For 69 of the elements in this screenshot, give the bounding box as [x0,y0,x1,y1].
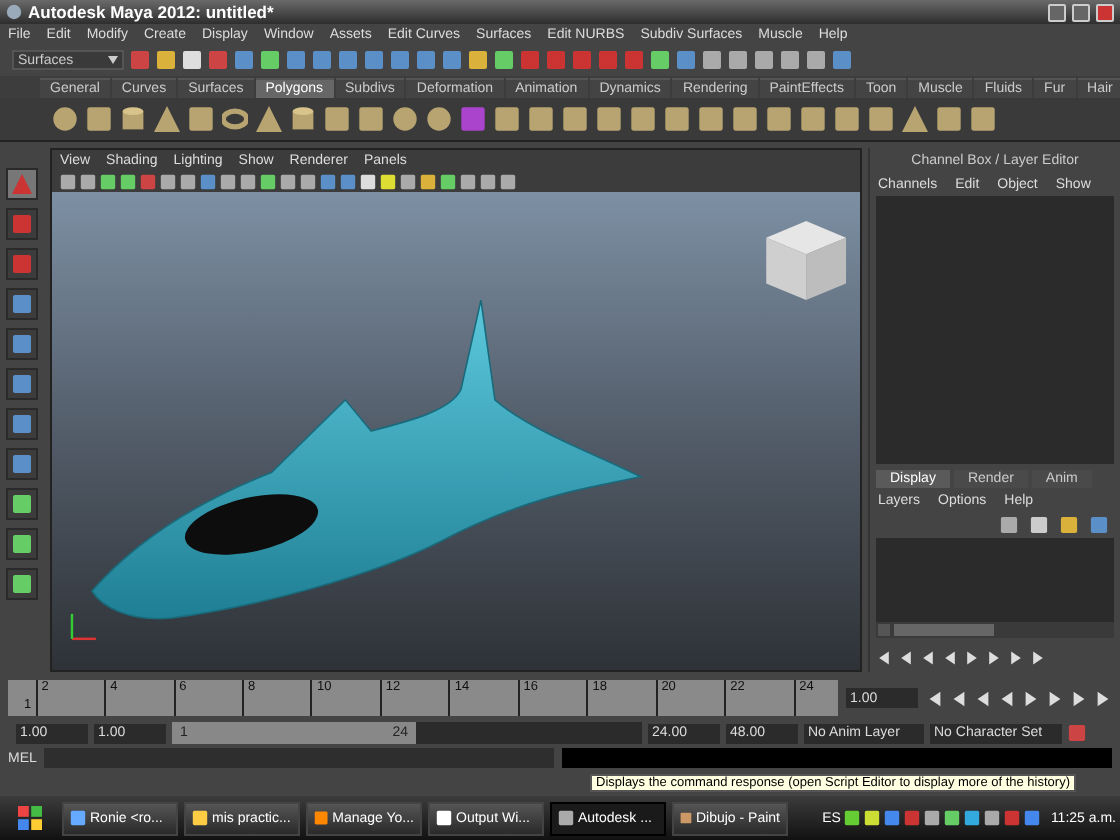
sphere-icon[interactable] [52,106,78,132]
tool-icon[interactable] [596,106,622,132]
tool-button[interactable] [6,368,38,400]
cube-icon[interactable] [86,106,112,132]
tool-icon[interactable] [528,106,554,132]
app-icon [680,810,692,826]
cylinder-icon[interactable] [120,106,146,132]
sphere-icon[interactable] [426,106,452,132]
app-icon [436,810,452,826]
tool-button[interactable] [6,488,38,520]
view-cube-drawing [766,221,847,301]
pyramid-icon[interactable] [256,106,282,132]
tool-icon[interactable] [664,106,690,132]
tool-button[interactable] [6,448,38,480]
tool-icon[interactable] [868,106,894,132]
plane-icon[interactable] [188,106,214,132]
go-end-icon[interactable] [1030,650,1046,666]
step-back-icon[interactable] [950,689,968,707]
key-back-icon[interactable] [920,650,936,666]
tool-icon[interactable] [324,106,350,132]
step-back-icon[interactable] [898,650,914,666]
tool-icon[interactable] [630,106,656,132]
caret-icon [108,56,118,64]
go-start-icon[interactable] [926,689,944,707]
minimize-button[interactable] [1048,3,1066,21]
tool-icon[interactable] [494,106,520,132]
tool-icon[interactable] [800,106,826,132]
cylinder-icon[interactable] [290,106,316,132]
app-icon [70,810,86,826]
play-back-icon[interactable] [998,689,1016,707]
go-start-icon[interactable] [876,650,892,666]
tool-icon[interactable] [698,106,724,132]
tool-button[interactable] [6,568,38,600]
tool-button[interactable] [6,328,38,360]
tool-button[interactable] [6,168,38,200]
tool-icon[interactable] [936,106,962,132]
window-title: Autodesk Maya 2012: untitled* [28,2,276,22]
step-forward-icon[interactable] [1008,650,1024,666]
tool-icon[interactable] [732,106,758,132]
tool-button[interactable] [6,528,38,560]
play-icon[interactable] [964,650,980,666]
tool-icon[interactable] [834,106,860,132]
close-button[interactable] [1096,3,1114,21]
windows-logo-icon [18,806,42,830]
scroll-bar[interactable] [876,622,1114,638]
go-end-icon[interactable] [1094,689,1112,707]
axis-icon [70,613,96,641]
tool-icon[interactable] [902,106,928,132]
app-icon [6,4,22,20]
app-icon [558,810,574,826]
app-icon [314,810,329,826]
cube-icon[interactable] [460,106,486,132]
step-forward-icon[interactable] [1070,689,1088,707]
cone-icon[interactable] [154,106,180,132]
sphere-icon[interactable] [392,106,418,132]
key-forward-icon[interactable] [1046,689,1064,707]
tool-icon[interactable] [970,106,996,132]
key-back-icon[interactable] [974,689,992,707]
tool-button[interactable] [6,288,38,320]
key-forward-icon[interactable] [986,650,1002,666]
play-back-icon[interactable] [942,650,958,666]
tool-icon[interactable] [358,106,384,132]
app-icon [192,810,208,826]
play-icon[interactable] [1022,689,1040,707]
tool-icon[interactable] [562,106,588,132]
tool-icon[interactable] [766,106,792,132]
tool-button[interactable] [6,408,38,440]
maximize-button[interactable] [1072,3,1090,21]
torus-icon[interactable] [222,106,248,132]
